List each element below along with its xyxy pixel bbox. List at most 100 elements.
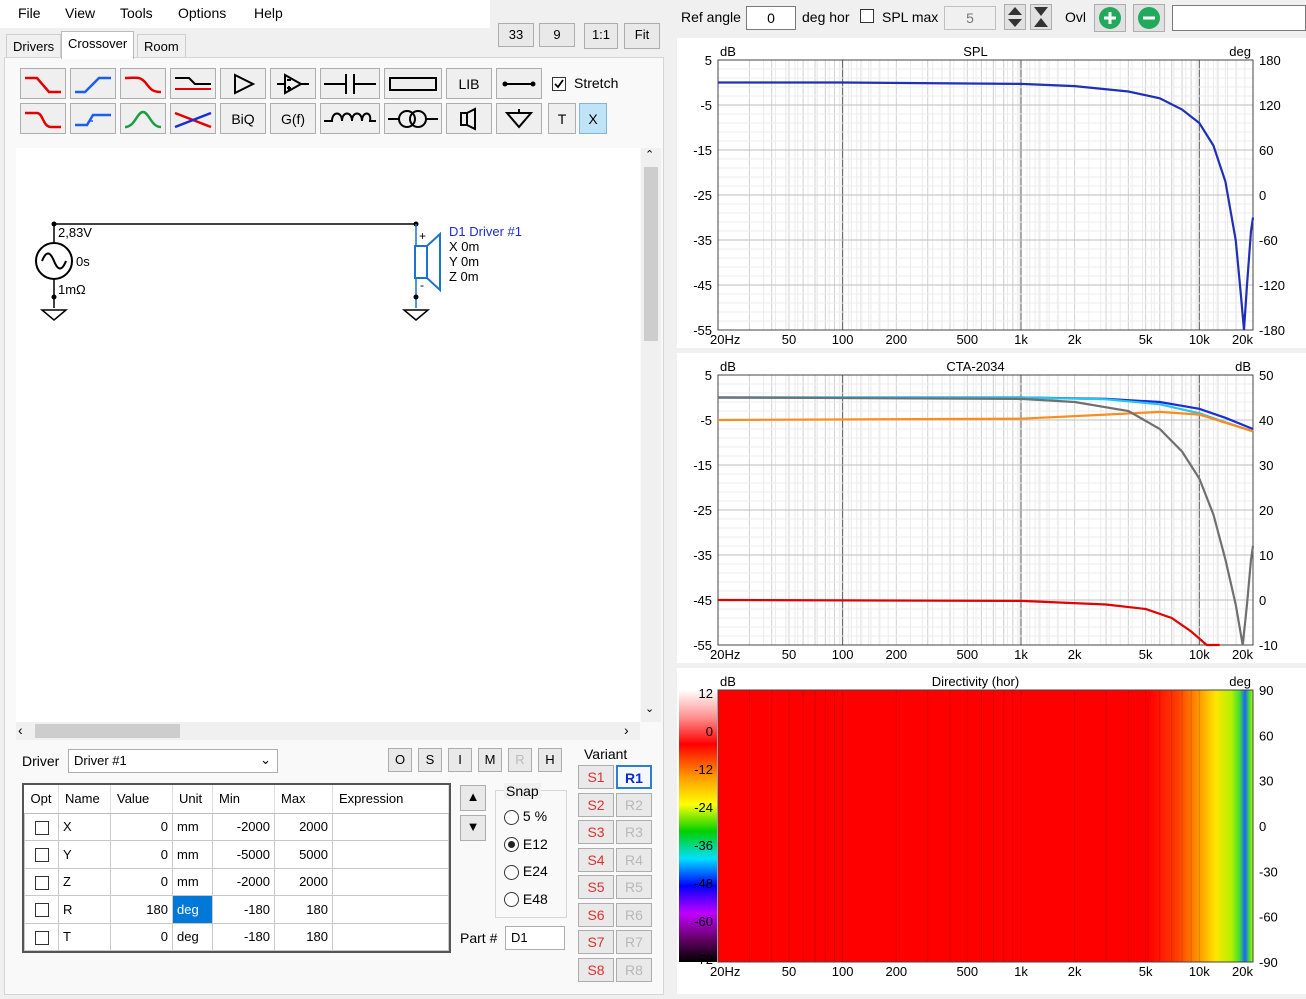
opt-checkbox[interactable] [34,930,49,945]
one-to-one-button[interactable]: 1:1 [584,23,618,49]
table-row[interactable]: X 0 mm -2000 2000 [24,812,449,841]
driver-select[interactable]: Driver #1 ⌄ [68,749,278,773]
value-cell[interactable]: 0 [110,840,173,869]
value-cell[interactable]: 0 [110,922,173,951]
snap-option[interactable]: 5 % [504,808,547,825]
zoom-9-button[interactable]: 9 [539,23,575,47]
opt-cell[interactable] [24,922,59,951]
radio-button[interactable] [504,864,519,880]
variant-s-button[interactable]: S1 [578,765,614,789]
menu-view[interactable]: View [65,5,95,21]
opt-cell[interactable] [24,867,59,896]
menu-tools[interactable]: Tools [120,5,153,21]
biquad-button[interactable]: BiQ [220,103,266,134]
transformer-button[interactable] [384,103,442,134]
bandpass-button[interactable] [120,103,166,134]
vertical-scroll-thumb[interactable] [644,167,658,341]
min-cell[interactable]: -2000 [212,867,275,896]
spl-max-checkbox[interactable] [860,9,874,23]
min-cell[interactable]: -180 [212,922,275,951]
part-input[interactable]: D1 [505,926,565,950]
max-cell[interactable]: 2000 [274,867,333,896]
gf-button[interactable]: G(f) [270,103,316,134]
scroll-up-icon[interactable]: ⌃ [645,148,654,161]
cta2034-graph[interactable]: CTA-2034 dB dB 20Hz 50 100 200 500 1k 2k 5k 10k 20k 5… [677,353,1306,663]
max-cell[interactable]: 180 [274,895,333,924]
unit-cell[interactable]: deg [172,895,213,924]
unit-cell[interactable]: mm [172,812,213,841]
stretch-checkbox[interactable] [552,77,566,91]
expression-cell[interactable] [332,867,449,896]
opt-cell[interactable] [24,812,59,841]
max-cell[interactable]: 180 [274,922,333,951]
allpass-button[interactable] [170,68,216,99]
value-cell[interactable]: 180 [110,895,173,924]
variant-r-button[interactable]: R1 [616,765,652,789]
variant-r-button[interactable]: R7 [616,930,652,954]
snap-option[interactable]: E48 [504,891,548,908]
max-cell[interactable]: 5000 [274,840,333,869]
schematic-canvas[interactable]: 2,83V 0s 1mΩ + - D1 Driver #1 X 0m Y 0m … [16,148,640,722]
spl-collapse-button[interactable] [1030,4,1052,30]
wire-button[interactable] [496,68,542,99]
fit-button[interactable]: Fit [624,23,660,49]
table-row[interactable]: Y 0 mm -5000 5000 [24,840,449,869]
variant-r-button[interactable]: R4 [616,847,652,872]
variant-s-button[interactable]: S3 [578,820,614,844]
highpass-1-button[interactable] [70,68,116,99]
spl-max-input[interactable]: 5 [944,6,996,30]
variant-s-button[interactable]: S8 [578,957,614,982]
r-button[interactable]: R [508,748,532,772]
unit-cell[interactable]: mm [172,867,213,896]
scroll-left-icon[interactable]: ‹ [18,722,23,738]
buffer-button[interactable] [220,68,266,99]
variant-s-button[interactable]: S5 [578,875,614,899]
speaker-button[interactable] [446,103,492,134]
variant-r-button[interactable]: R5 [616,875,652,899]
unit-cell[interactable]: mm [172,840,213,869]
overlay-input[interactable] [1172,5,1306,31]
expression-cell[interactable] [332,812,449,841]
spl-graph[interactable]: SPL dB deg 20Hz 50 100 200 500 1k 2k 5k 10k 20k 5 -5 -1… [677,38,1306,348]
menu-help[interactable]: Help [254,5,283,21]
ground-button[interactable] [496,103,542,134]
opt-checkbox[interactable] [34,875,49,890]
opt-checkbox[interactable] [34,848,49,863]
menu-options[interactable]: Options [178,5,226,21]
variant-s-button[interactable]: S7 [578,930,614,954]
opt-checkbox[interactable] [34,903,49,918]
variant-r-button[interactable]: R2 [616,792,652,817]
move-up-button[interactable]: ▲ [460,785,486,811]
spl-up-down-button[interactable] [1004,4,1026,30]
min-cell[interactable]: -2000 [212,812,275,841]
lowpass-2-button[interactable] [20,103,66,134]
expression-cell[interactable] [332,895,449,924]
value-cell[interactable]: 0 [110,867,173,896]
tab-room[interactable]: Room [137,34,186,58]
snap-option[interactable]: E24 [504,863,548,880]
min-cell[interactable]: -180 [212,895,275,924]
crossover-pair-button[interactable] [170,103,216,134]
scroll-right-icon[interactable]: › [624,722,629,738]
radio-button[interactable] [504,837,519,853]
s-button[interactable]: S [418,748,442,772]
variant-r-button[interactable]: R6 [616,902,652,927]
radio-button[interactable] [504,892,519,908]
resistor-button[interactable] [384,68,442,99]
remove-overlay-button[interactable] [1133,4,1165,32]
inductor-button[interactable] [320,103,380,134]
m-button[interactable]: M [478,748,502,772]
directivity-graph[interactable]: 12 0 -12 -24 -36 -48 -60 -72 Directivity (hor) dB… [677,668,1306,994]
add-overlay-button[interactable] [1094,4,1126,32]
horizontal-scroll-thumb[interactable] [35,724,180,738]
highpass-2-button[interactable] [70,103,116,134]
table-row[interactable]: Z 0 mm -2000 2000 [24,867,449,896]
value-cell[interactable]: 0 [110,812,173,841]
ref-angle-input[interactable]: 0 [746,6,796,30]
expression-cell[interactable] [332,922,449,951]
variant-s-button[interactable]: S6 [578,902,614,927]
radio-button[interactable] [504,809,519,825]
opt-cell[interactable] [24,840,59,869]
capacitor-button[interactable] [320,68,380,99]
max-cell[interactable]: 2000 [274,812,333,841]
